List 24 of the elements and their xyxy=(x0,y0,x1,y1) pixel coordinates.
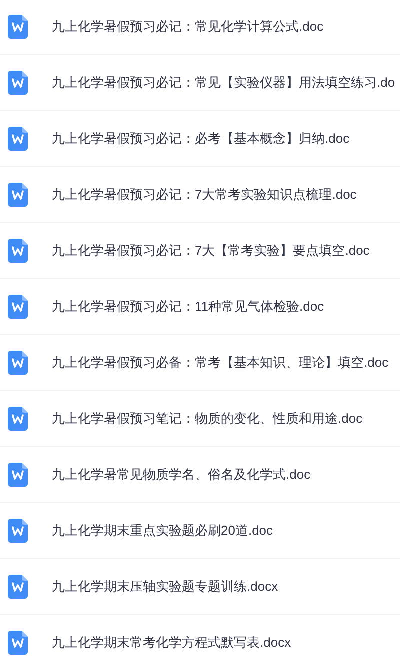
file-name[interactable]: 九上化学期末压轴实验题专题训练.docx xyxy=(52,576,278,596)
file-name[interactable]: 九上化学期末常考化学方程式默写表.docx xyxy=(52,632,292,652)
file-name[interactable]: 九上化学暑假预习必记：7大常考实验知识点梳理.doc xyxy=(52,184,357,204)
word-document-icon xyxy=(8,630,28,654)
word-document-icon xyxy=(8,350,28,374)
file-name[interactable]: 九上化学暑假预习必记：7大【常考实验】要点填空.doc xyxy=(52,240,370,260)
file-name[interactable]: 九上化学暑假预习必记：11种常见气体检验.doc xyxy=(52,296,324,316)
file-name[interactable]: 九上化学暑假预习必备：常考【基本知识、理论】填空.doc xyxy=(52,352,389,372)
word-document-icon xyxy=(8,126,28,150)
word-document-icon xyxy=(8,238,28,262)
file-name[interactable]: 九上化学暑假预习必记：常见【实验仪器】用法填空练习.do xyxy=(52,72,396,92)
file-name[interactable]: 九上化学暑假预习必记：常见化学计算公式.doc xyxy=(52,16,324,36)
word-document-icon xyxy=(8,462,28,486)
file-name[interactable]: 九上化学暑假预习必记：必考【基本概念】归纳.doc xyxy=(52,128,350,148)
file-name[interactable]: 九上化学期末重点实验题必刷20道.doc xyxy=(52,520,274,540)
word-document-icon xyxy=(8,406,28,430)
file-name[interactable]: 九上化学暑常见物质学名、俗名及化学式.doc xyxy=(52,464,311,484)
word-document-icon xyxy=(8,14,28,38)
word-document-icon xyxy=(8,70,28,94)
word-document-icon xyxy=(8,182,28,206)
file-name[interactable]: 九上化学暑假预习笔记：物质的变化、性质和用途.doc xyxy=(52,408,363,428)
word-document-icon xyxy=(8,518,28,542)
word-document-icon xyxy=(8,294,28,318)
word-document-icon xyxy=(8,574,28,598)
